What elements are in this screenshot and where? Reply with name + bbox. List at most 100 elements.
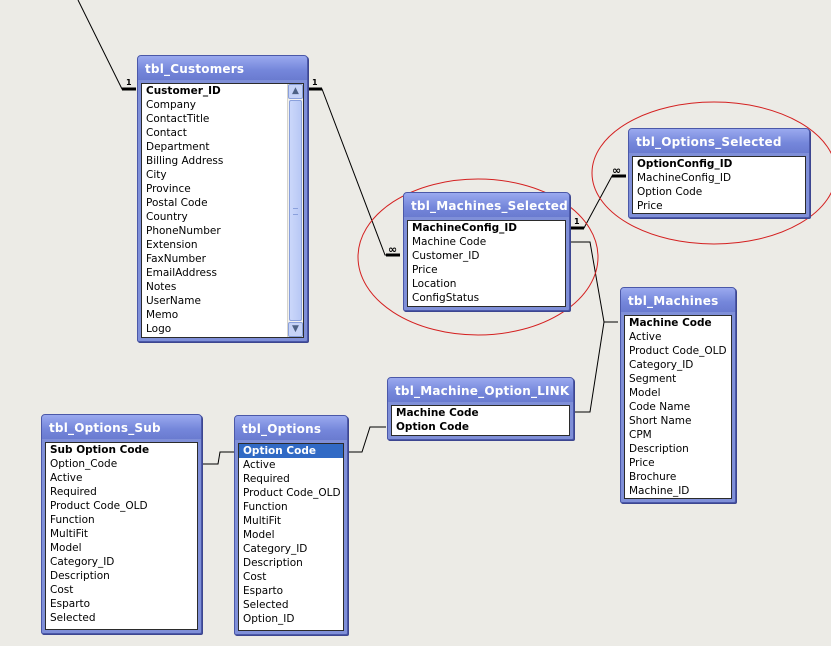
field-item[interactable]: Code Name: [629, 400, 731, 414]
vertical-scrollbar[interactable]: ▲ ▼: [287, 84, 303, 337]
table-options-selected[interactable]: tbl_Options_Selected OptionConfig_ID Mach…: [628, 128, 810, 218]
chevron-down-icon: ▼: [292, 324, 299, 334]
field-item[interactable]: Model: [629, 386, 731, 400]
table-title[interactable]: tbl_Options_Selected: [629, 129, 809, 153]
field-item[interactable]: Province: [146, 182, 287, 196]
field-item[interactable]: Machine_ID: [629, 484, 731, 498]
field-item[interactable]: Product Code_OLD: [243, 486, 343, 500]
field-item[interactable]: Billing Address: [146, 154, 287, 168]
field-item[interactable]: Model: [243, 528, 343, 542]
field-item[interactable]: Esparto: [50, 597, 197, 611]
field-item[interactable]: Required: [50, 485, 197, 499]
field-items: Machine Code Option Code: [392, 406, 569, 434]
field-item[interactable]: Machine Code: [396, 406, 569, 420]
field-item[interactable]: Country: [146, 210, 287, 224]
table-machine-option-link[interactable]: tbl_Machine_Option_LINK Machine Code Opti…: [387, 377, 574, 440]
field-item[interactable]: Extension: [146, 238, 287, 252]
grip-icon: [293, 207, 298, 215]
field-item[interactable]: EmailAddress: [146, 266, 287, 280]
field-item[interactable]: Memo: [146, 308, 287, 322]
table-machines[interactable]: tbl_Machines Machine Code Active Product C…: [620, 287, 736, 503]
field-item[interactable]: Category_ID: [629, 358, 731, 372]
table-title[interactable]: tbl_Machines_Selected: [404, 193, 569, 217]
field-item[interactable]: Active: [629, 330, 731, 344]
field-item[interactable]: Description: [50, 569, 197, 583]
field-item[interactable]: MultiFit: [50, 527, 197, 541]
field-item[interactable]: Function: [50, 513, 197, 527]
field-item[interactable]: Cost: [243, 570, 343, 584]
field-item[interactable]: MachineConfig_ID: [412, 221, 565, 235]
field-list[interactable]: Option Code Active Required Product Code_OL…: [238, 443, 344, 631]
field-item[interactable]: Segment: [629, 372, 731, 386]
field-item[interactable]: Company: [146, 98, 287, 112]
field-item[interactable]: Cost: [50, 583, 197, 597]
field-item[interactable]: CPM: [629, 428, 731, 442]
field-item[interactable]: Category_ID: [50, 555, 197, 569]
field-item[interactable]: Selected: [50, 611, 197, 625]
field-item[interactable]: MultiFit: [243, 514, 343, 528]
field-list[interactable]: MachineConfig_ID Machine Code Customer_ID P…: [407, 220, 566, 307]
field-item[interactable]: PhoneNumber: [146, 224, 287, 238]
scroll-thumb[interactable]: [289, 100, 302, 321]
table-machines-selected[interactable]: tbl_Machines_Selected MachineConfig_ID Ma…: [403, 192, 570, 311]
field-item[interactable]: Price: [412, 263, 565, 277]
field-list[interactable]: Customer_ID Company ContactTitle Contact Dep…: [141, 83, 304, 338]
field-item[interactable]: City: [146, 168, 287, 182]
field-item[interactable]: Description: [629, 442, 731, 456]
field-item[interactable]: Option Code: [239, 444, 343, 458]
field-item[interactable]: Option Code: [637, 185, 805, 199]
field-item[interactable]: Contact: [146, 126, 287, 140]
relationship-line-upstream-customers: [77, 0, 136, 90]
field-item[interactable]: Department: [146, 140, 287, 154]
field-item[interactable]: Required: [243, 472, 343, 486]
field-item[interactable]: Product Code_OLD: [629, 344, 731, 358]
field-list[interactable]: OptionConfig_ID MachineConfig_ID Option Co…: [632, 156, 806, 214]
table-title[interactable]: tbl_Customers: [138, 56, 307, 80]
table-customers[interactable]: tbl_Customers Customer_ID Company ContactT…: [137, 55, 308, 342]
field-item[interactable]: MachineConfig_ID: [637, 171, 805, 185]
table-options-sub[interactable]: tbl_Options_Sub Sub Option Code Option_Co…: [41, 414, 202, 634]
field-item[interactable]: ConfigStatus: [412, 291, 565, 305]
field-item[interactable]: Price: [629, 456, 731, 470]
field-item[interactable]: Option_Code: [50, 457, 197, 471]
table-title[interactable]: tbl_Options: [235, 416, 347, 440]
field-item[interactable]: Machine Code: [412, 235, 565, 249]
relationship-line-machines-link: [575, 321, 618, 413]
cardinality-one-label: 1: [574, 217, 580, 226]
field-item[interactable]: Selected: [243, 598, 343, 612]
field-list[interactable]: Machine Code Option Code: [391, 405, 570, 436]
field-item[interactable]: Model: [50, 541, 197, 555]
field-item[interactable]: UserName: [146, 294, 287, 308]
field-item[interactable]: Logo: [146, 322, 287, 336]
table-options[interactable]: tbl_Options Option Code Active Required Pro…: [234, 415, 348, 635]
field-item[interactable]: Customer_ID: [412, 249, 565, 263]
field-item[interactable]: ContactTitle: [146, 112, 287, 126]
field-item[interactable]: Machine Code: [629, 316, 731, 330]
field-item[interactable]: FaxNumber: [146, 252, 287, 266]
field-item[interactable]: Active: [243, 458, 343, 472]
field-item[interactable]: Brochure: [629, 470, 731, 484]
field-item[interactable]: Postal Code: [146, 196, 287, 210]
field-item[interactable]: Esparto: [243, 584, 343, 598]
field-item[interactable]: Function: [243, 500, 343, 514]
field-item[interactable]: Active: [50, 471, 197, 485]
table-title[interactable]: tbl_Machines: [621, 288, 735, 312]
field-item[interactable]: Sub Option Code: [50, 443, 197, 457]
table-title[interactable]: tbl_Options_Sub: [42, 415, 201, 439]
scroll-down-button[interactable]: ▼: [288, 322, 303, 337]
field-item[interactable]: Price: [637, 199, 805, 213]
field-item[interactable]: Location: [412, 277, 565, 291]
field-item[interactable]: Option Code: [396, 420, 569, 434]
scroll-up-button[interactable]: ▲: [288, 84, 303, 99]
field-item[interactable]: Product Code_OLD: [50, 499, 197, 513]
field-item[interactable]: Customer_ID: [146, 84, 287, 98]
field-list[interactable]: Sub Option Code Option_Code Active Required…: [45, 442, 198, 630]
field-item[interactable]: Notes: [146, 280, 287, 294]
table-title[interactable]: tbl_Machine_Option_LINK: [388, 378, 573, 402]
field-list[interactable]: Machine Code Active Product Code_OLD Catego…: [624, 315, 732, 499]
field-item[interactable]: OptionConfig_ID: [637, 157, 805, 171]
field-item[interactable]: Category_ID: [243, 542, 343, 556]
field-item[interactable]: Option_ID: [243, 612, 343, 626]
field-item[interactable]: Short Name: [629, 414, 731, 428]
field-item[interactable]: Description: [243, 556, 343, 570]
